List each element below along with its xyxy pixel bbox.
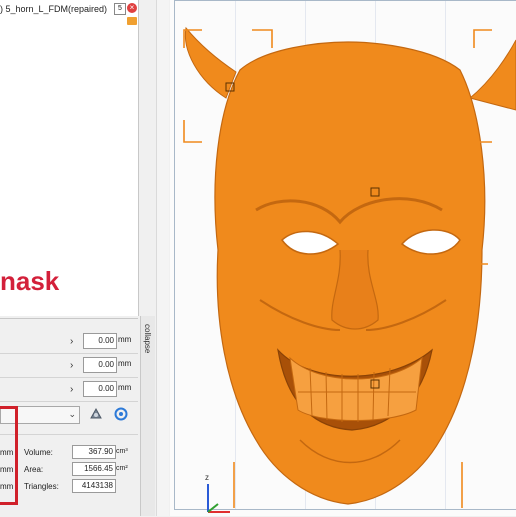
area-unit: cm² <box>116 465 128 472</box>
offset-row-2: › 0.00 mm <box>0 355 138 377</box>
offset-row-1: › 0.00 mm <box>0 331 138 353</box>
offset-input-3[interactable]: 0.00 <box>83 381 117 397</box>
volume-label: Volume: <box>24 448 53 457</box>
area-value: 1566.45 <box>72 462 116 476</box>
offset-input-1[interactable]: 0.00 <box>83 333 117 349</box>
chevron-right-icon[interactable]: › <box>70 384 73 395</box>
unit-label: mm <box>118 335 132 344</box>
scrollbar[interactable] <box>156 0 169 516</box>
chevron-right-icon[interactable]: › <box>70 336 73 347</box>
collapse-tab[interactable]: collapse <box>140 316 155 516</box>
chevron-down-icon: ⌄ <box>68 409 76 419</box>
triangles-value: 4143138 <box>72 479 116 493</box>
offset-row-3: › 0.00 mm <box>0 379 138 401</box>
refresh-icon[interactable] <box>114 407 128 421</box>
object-count-badge: 5 <box>114 3 126 15</box>
chevron-right-icon[interactable]: › <box>70 360 73 371</box>
divider <box>0 434 138 435</box>
left-sidebar: ) 5_horn_L_FDM(repaired) 5 × nask › 0.00… <box>0 0 169 517</box>
volume-value: 367.90 <box>72 445 116 459</box>
right-horn <box>468 39 516 111</box>
volume-unit: cm³ <box>116 448 128 455</box>
model-render: z <box>183 26 516 513</box>
collapse-label: collapse <box>143 324 152 354</box>
close-icon[interactable]: × <box>127 3 137 13</box>
divider <box>0 353 138 354</box>
unit-label: mm <box>118 359 132 368</box>
unit-label: mm <box>118 383 132 392</box>
gear-icon[interactable] <box>88 407 104 421</box>
layer-icon[interactable] <box>127 17 137 25</box>
axis-gizmo <box>207 484 230 513</box>
overlay-caption: nask <box>0 266 60 296</box>
3d-viewport[interactable]: z <box>170 0 516 516</box>
left-horn <box>184 26 237 99</box>
divider <box>0 401 138 402</box>
object-tree: ) 5_horn_L_FDM(repaired) 5 × nask <box>0 0 139 316</box>
area-label: Area: <box>24 465 44 474</box>
divider <box>0 377 138 378</box>
object-tree-item[interactable]: ) 5_horn_L_FDM(repaired) <box>0 3 107 15</box>
triangles-label: Triangles: <box>24 482 59 491</box>
highlight-box <box>0 406 18 505</box>
axis-z-label: z <box>205 473 209 482</box>
offset-input-2[interactable]: 0.00 <box>83 357 117 373</box>
